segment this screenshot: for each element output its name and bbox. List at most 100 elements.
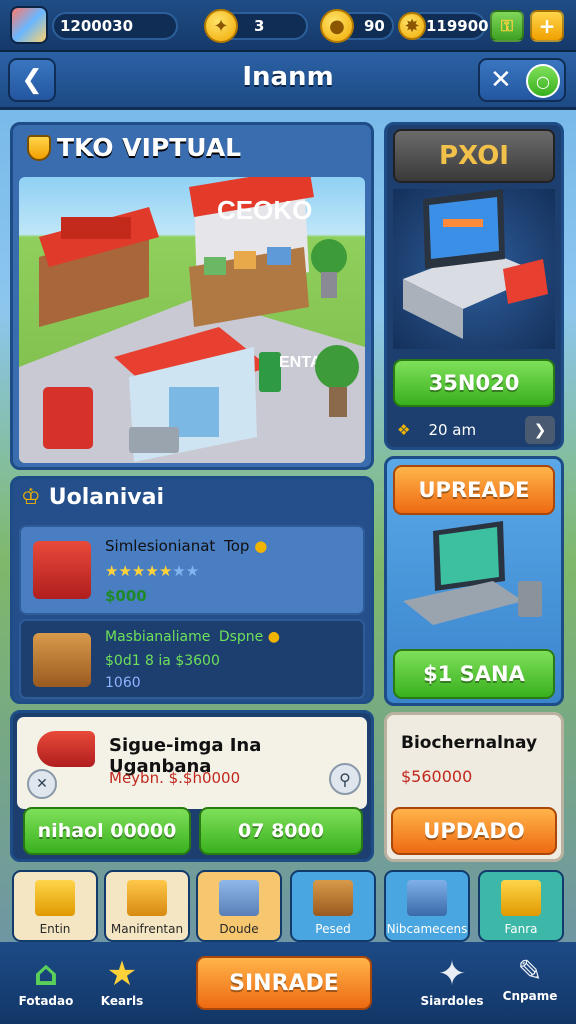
chevron-right-icon[interactable]: ❯ bbox=[525, 416, 555, 444]
plus-icon: + bbox=[538, 14, 556, 38]
star-icon: ★ bbox=[106, 954, 138, 994]
resource-bar: 1200030 ✦ 3 ● 90 ✸ 119900 ⚿ + bbox=[0, 0, 576, 52]
laptop-buy-button[interactable]: $1 SANA bbox=[393, 649, 555, 699]
category-label: Doude bbox=[219, 922, 259, 936]
category-label: Nibcamecens bbox=[386, 922, 468, 936]
item-name-row: Masbianaliame Dspne ● bbox=[105, 629, 280, 645]
item-name-row: Simlesionianat Top ● bbox=[105, 537, 267, 555]
shield-icon bbox=[27, 134, 51, 161]
item-price: $000 bbox=[105, 587, 147, 605]
laptop-upgrade-panel: UPREADE $1 SANA bbox=[384, 456, 564, 706]
nav-favorites-label: Kearls bbox=[100, 994, 144, 1008]
trophy-icon: ♔ bbox=[21, 485, 41, 510]
category-tile[interactable]: Pesed bbox=[290, 870, 376, 942]
header: ❮ Inanm ✕ ○ bbox=[0, 52, 576, 110]
promo-right-button[interactable]: 07 8000 bbox=[199, 807, 363, 855]
item-detail: $0d1 8 ia $3600 bbox=[105, 653, 220, 669]
crate-icon bbox=[313, 880, 353, 916]
item-tag: Dspne bbox=[218, 629, 264, 645]
cash-value: 119900 bbox=[426, 17, 489, 35]
category-tile[interactable]: Manifrentan bbox=[104, 870, 190, 942]
box-icon bbox=[35, 880, 75, 916]
shop-illustration: CEOKO ENTADA bbox=[19, 177, 365, 463]
coins-counter-b: ● 90 bbox=[320, 9, 394, 43]
pc-title: PXOI bbox=[439, 141, 509, 171]
star-outline-icon: ✦ bbox=[437, 954, 467, 994]
nav-home-label: Fotadao bbox=[18, 994, 74, 1008]
gear-coin-icon: ✸ bbox=[398, 12, 426, 40]
search-icon[interactable]: ⚲ bbox=[329, 763, 361, 795]
gems-value: 1200030 bbox=[60, 17, 134, 35]
promo2-button[interactable]: UPDADO bbox=[391, 807, 557, 855]
upgrade-button-label: UPREADE bbox=[418, 478, 530, 502]
promo2-title: Biochernalnay bbox=[401, 733, 538, 753]
boxes-icon bbox=[219, 880, 259, 916]
bottom-nav: ⌂ Fotadao ★ Kearls SINRADE ✦ Siardoles ✎… bbox=[0, 942, 576, 1024]
gear-icon: ❖ bbox=[397, 421, 411, 439]
promo2-price: $560000 bbox=[401, 767, 473, 786]
close-button[interactable]: ✕ ○ bbox=[478, 58, 566, 102]
shop-title: TKO VIPTUAL bbox=[27, 133, 241, 162]
pc-meta-text: 20 am bbox=[428, 421, 477, 439]
megaphone-icon bbox=[37, 731, 95, 767]
laptop-price: $1 SANA bbox=[423, 662, 525, 686]
nav-stats[interactable]: ✦ Siardoles bbox=[412, 954, 492, 1008]
category-tile[interactable]: Nibcamecens bbox=[384, 870, 470, 942]
coin-icon: ● bbox=[254, 537, 268, 555]
promo-left-button[interactable]: nihaol 00000 bbox=[23, 807, 191, 855]
add-currency-button[interactable]: + bbox=[530, 10, 564, 42]
tool-icon[interactable]: ✕ bbox=[27, 769, 57, 799]
pc-illustration bbox=[393, 189, 555, 349]
shop-title-text: TKO VIPTUAL bbox=[57, 133, 242, 162]
shop-scene[interactable]: CEOKO ENTADA bbox=[19, 177, 365, 463]
toggle-icon: ○ bbox=[526, 64, 560, 98]
home-icon: ⌂ bbox=[33, 954, 59, 994]
upgrade-button[interactable]: UPREADE bbox=[393, 465, 555, 515]
key-icon: ⚿ bbox=[500, 16, 514, 35]
upgrade-main-label: SINRADE bbox=[229, 970, 339, 996]
promo2-panel: Biochernalnay $560000 UPDADO bbox=[384, 712, 564, 862]
pc-buy-button[interactable]: 35N020 bbox=[393, 359, 555, 407]
pc-title-plate: PXOI bbox=[393, 129, 555, 183]
server-icon bbox=[407, 880, 447, 916]
item-price: 1060 bbox=[105, 675, 141, 691]
register-icon bbox=[33, 541, 91, 599]
coins-b-value: 90 bbox=[364, 17, 385, 35]
pc-price: 35N020 bbox=[428, 371, 520, 395]
shop-sign-text: CEOKO bbox=[217, 195, 312, 225]
upgrades-panel: ♔ Uolanivai Simlesionianat Top ● ★★★★★★★… bbox=[10, 476, 374, 704]
crate-icon bbox=[33, 633, 91, 687]
upgrades-title: Uolanivai bbox=[48, 485, 165, 510]
coin-icon: ✦ bbox=[204, 9, 238, 43]
nav-settings[interactable]: ✎ Cnpame bbox=[490, 954, 570, 1003]
coin-icon: ● bbox=[320, 9, 354, 43]
star-rating: ★★★★★★★ bbox=[105, 562, 200, 580]
item-name: Simlesionianat bbox=[105, 537, 216, 555]
gift-icon bbox=[127, 880, 167, 916]
wrench-icon: ✎ bbox=[517, 954, 543, 989]
key-button[interactable]: ⚿ bbox=[490, 10, 524, 42]
coins-counter-a: ✦ 3 bbox=[204, 9, 308, 43]
item-name: Masbianaliame bbox=[105, 629, 211, 645]
promo-right-label: 07 8000 bbox=[238, 820, 324, 842]
profile-cube-icon[interactable] bbox=[10, 6, 48, 44]
category-label: Manifrentan bbox=[110, 922, 184, 936]
list-item[interactable]: Masbianaliame Dspne ● $0d1 8 ia $3600 10… bbox=[19, 619, 365, 699]
nav-home[interactable]: ⌂ Fotadao bbox=[6, 954, 86, 1008]
nav-favorites[interactable]: ★ Kearls bbox=[82, 954, 162, 1008]
category-label: Pesed bbox=[315, 922, 351, 936]
upgrades-header: ♔ Uolanivai bbox=[21, 485, 164, 510]
category-tile[interactable]: Entin bbox=[12, 870, 98, 942]
close-icon: ✕ bbox=[490, 65, 512, 95]
nav-settings-label: Cnpame bbox=[502, 989, 558, 1003]
list-item[interactable]: Simlesionianat Top ● ★★★★★★★ $000 bbox=[19, 525, 365, 615]
upgrade-main-button[interactable]: SINRADE bbox=[196, 956, 372, 1010]
promo-panel: ✕ Sigue-imga Ina Uganbana Meybn. $.$h000… bbox=[10, 710, 374, 862]
category-tile[interactable]: Fanra bbox=[478, 870, 564, 942]
category-tile[interactable]: Doude bbox=[196, 870, 282, 942]
coins-a-value: 3 bbox=[254, 17, 265, 35]
present-icon bbox=[501, 880, 541, 916]
category-label: Fanra bbox=[504, 922, 538, 936]
pc-meta-row: ❖ 20 am ❯ bbox=[393, 415, 555, 445]
promo-card: ✕ Sigue-imga Ina Uganbana Meybn. $.$h000… bbox=[17, 717, 367, 809]
